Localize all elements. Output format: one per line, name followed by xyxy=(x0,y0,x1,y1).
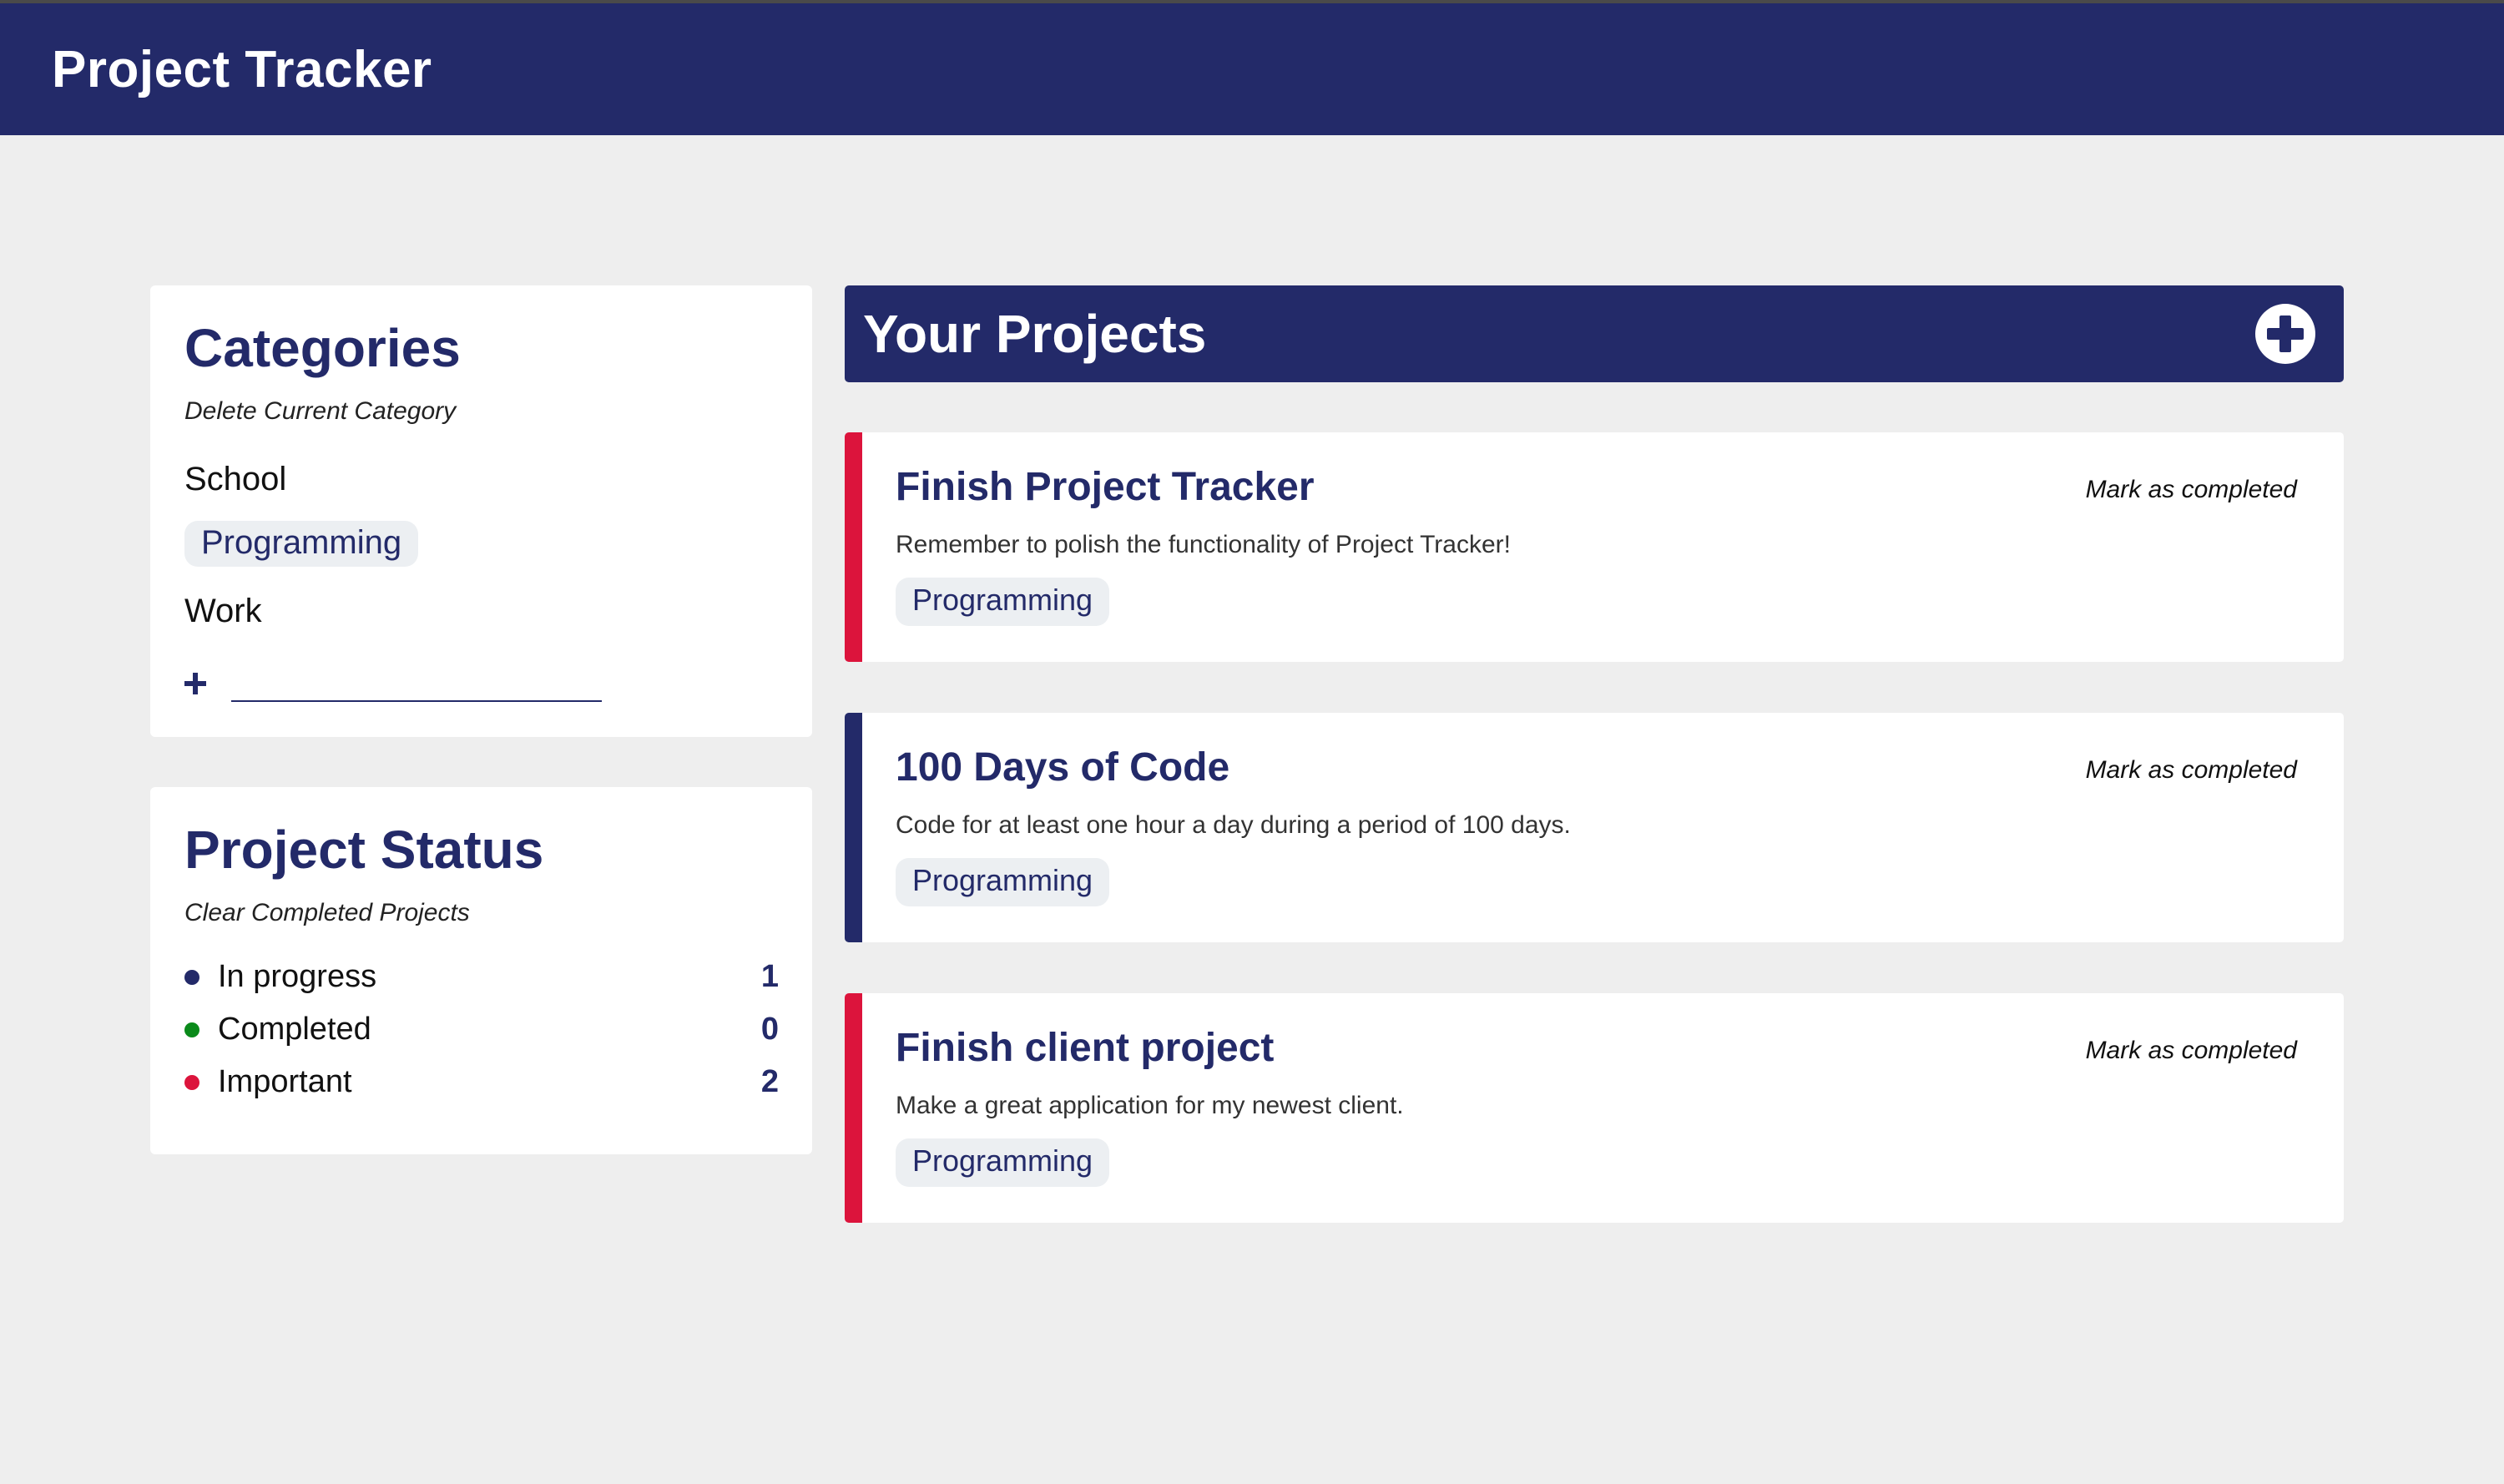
plus-icon[interactable] xyxy=(184,673,206,694)
status-count: 2 xyxy=(760,1064,779,1099)
categories-heading: Categories xyxy=(184,318,461,378)
delete-category-button[interactable]: Delete Current Category xyxy=(184,397,456,426)
project-description: Make a great application for my newest c… xyxy=(896,1092,1404,1119)
project-card: Finish Project Tracker Mark as completed… xyxy=(845,432,2344,662)
app-header: Project Tracker xyxy=(0,3,2504,135)
projects-heading: Your Projects xyxy=(863,304,1207,364)
status-count: 1 xyxy=(760,959,779,994)
categories-panel: Categories Delete Current Category Schoo… xyxy=(150,285,812,737)
status-label: In progress xyxy=(218,959,377,994)
category-item-programming[interactable]: Programming xyxy=(184,521,419,567)
projects-header: Your Projects xyxy=(845,285,2344,382)
status-row-in-progress: In progress 1 xyxy=(184,959,779,995)
project-category-tag: Programming xyxy=(896,858,1110,906)
project-card: 100 Days of Code Mark as completed Code … xyxy=(845,713,2344,942)
clear-completed-button[interactable]: Clear Completed Projects xyxy=(184,899,470,927)
status-row-completed: Completed 0 xyxy=(184,1012,779,1047)
add-category-row xyxy=(184,665,602,702)
project-description: Code for at least one hour a day during … xyxy=(896,811,1571,839)
project-card: Finish client project Mark as completed … xyxy=(845,993,2344,1223)
project-title: Finish Project Tracker xyxy=(896,465,1315,509)
status-count: 0 xyxy=(760,1012,779,1047)
status-label: Completed xyxy=(218,1012,371,1047)
project-status-heading: Project Status xyxy=(184,820,544,880)
category-item-school[interactable]: School xyxy=(184,461,286,498)
project-category-tag: Programming xyxy=(896,1138,1110,1187)
project-title: Finish client project xyxy=(896,1026,1275,1070)
category-item-work[interactable]: Work xyxy=(184,593,262,630)
status-label: Important xyxy=(218,1064,352,1099)
project-category-tag: Programming xyxy=(896,578,1110,626)
mark-completed-button[interactable]: Mark as completed xyxy=(2086,756,2297,785)
project-description: Remember to polish the functionality of … xyxy=(896,531,1511,558)
mark-completed-button[interactable]: Mark as completed xyxy=(2086,476,2297,504)
in-progress-dot-icon xyxy=(184,969,199,985)
status-row-important: Important 2 xyxy=(184,1064,779,1100)
project-status-panel: Project Status Clear Completed Projects … xyxy=(150,787,812,1154)
add-project-plus-circle-icon[interactable] xyxy=(2255,304,2315,364)
important-dot-icon xyxy=(184,1074,199,1090)
new-category-input[interactable] xyxy=(231,665,602,702)
app-title: Project Tracker xyxy=(52,40,432,98)
project-title: 100 Days of Code xyxy=(896,745,1230,790)
mark-completed-button[interactable]: Mark as completed xyxy=(2086,1037,2297,1065)
completed-dot-icon xyxy=(184,1022,199,1037)
